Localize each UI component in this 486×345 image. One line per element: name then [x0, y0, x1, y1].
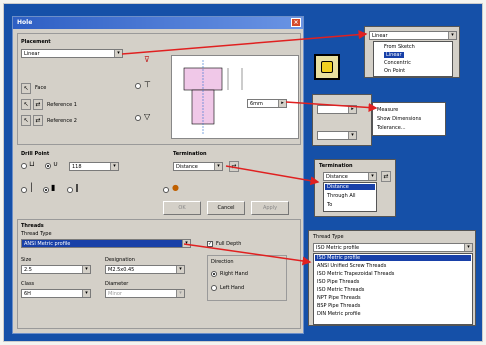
- arrow-to-dimension: [285, 101, 378, 112]
- arrow-to-termination: [225, 165, 320, 186]
- callout-arrows: [121, 30, 378, 266]
- screenshot-canvas: Hole × Placement Linear ▾ ↖ Face ↖ ⇄ Ref…: [3, 3, 483, 342]
- arrow-to-thread-type: [183, 243, 312, 266]
- arrow-to-placement: [121, 30, 368, 55]
